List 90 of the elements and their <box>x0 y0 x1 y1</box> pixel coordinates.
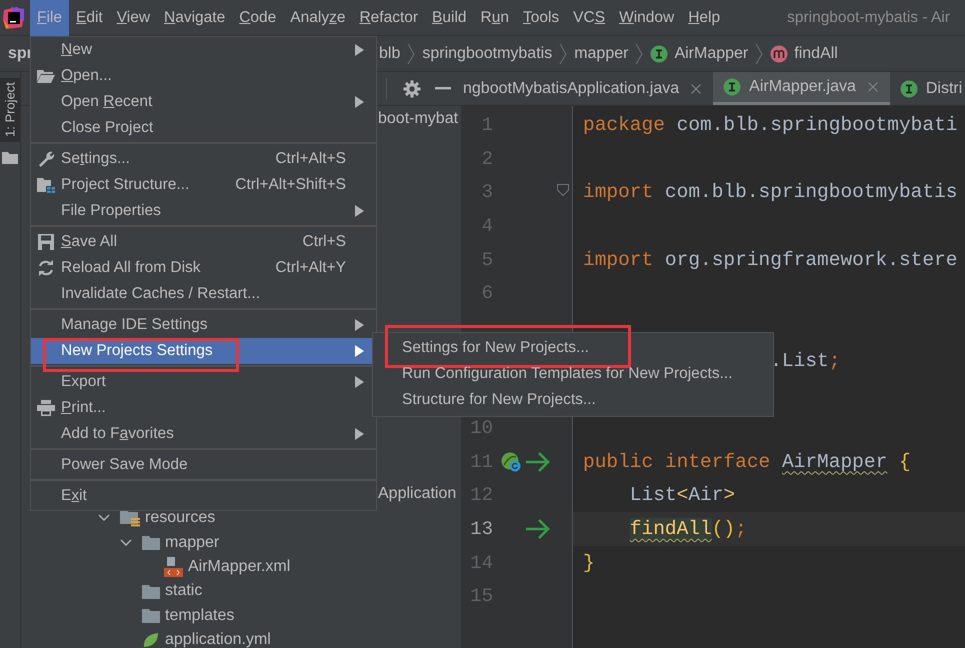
menu-item[interactable]: Settings for New Projects... <box>373 335 773 361</box>
tree-item[interactable]: templates <box>165 606 234 625</box>
tree-item[interactable]: application.yml <box>165 631 271 648</box>
breadcrumb-item[interactable]: springbootmybatis <box>415 44 560 62</box>
menu-bar-item[interactable]: Edit <box>68 0 110 36</box>
folder-icon <box>142 608 160 624</box>
app-logo-icon <box>3 6 25 28</box>
close-icon[interactable] <box>691 84 702 94</box>
code-line: } <box>583 552 595 574</box>
breadcrumb-item[interactable]: findAll <box>763 44 845 62</box>
fold-icon[interactable] <box>557 184 569 196</box>
menu-bar-item[interactable]: Window <box>612 0 682 36</box>
editor-tab[interactable]: AirMapper.java <box>713 72 890 105</box>
tree-item[interactable]: AirMapper.xml <box>188 558 290 576</box>
menu-item[interactable]: Project Structure... Ctrl+Alt+Shift+S <box>31 172 376 198</box>
breadcrumb-item[interactable]: blb <box>379 44 408 62</box>
settings-icon[interactable] <box>403 80 421 98</box>
breadcrumb-item[interactable]: mapper <box>567 44 636 62</box>
menu-bar-item[interactable]: View <box>110 0 158 36</box>
code-line: import com.blb.springbootmybatis <box>583 181 958 204</box>
code-line: import org.springframework.stere <box>583 248 958 271</box>
tree-item[interactable]: static <box>165 582 202 600</box>
code-line: List<Air> <box>630 484 736 506</box>
folder-icon <box>37 69 55 83</box>
breadcrumb-item[interactable]: AirMapper <box>643 44 756 62</box>
folder-icon[interactable] <box>2 151 18 164</box>
resources-folder-icon <box>120 509 140 528</box>
editor-tab[interactable]: Distri <box>890 72 965 105</box>
shortcut-label: Ctrl+S <box>302 233 346 251</box>
menu-item[interactable]: Exit <box>31 483 376 509</box>
code-line: package com.blb.springbootmybati <box>583 114 958 136</box>
printer-icon <box>37 400 55 416</box>
menu-bar-item[interactable]: Run <box>474 0 516 36</box>
code-line: public interface AirMapper { <box>583 450 911 473</box>
arrow-right-icon[interactable] <box>525 518 551 540</box>
chevron-icon <box>559 42 568 64</box>
leaf-file-icon <box>142 631 160 648</box>
interface-icon <box>723 78 742 96</box>
menu-item[interactable]: Close Project <box>31 115 376 141</box>
interface-icon <box>900 80 918 98</box>
menu-item[interactable]: Export <box>31 369 376 395</box>
menu-bar-item[interactable]: Analyze <box>283 0 352 36</box>
menu-item[interactable]: Reload All from Disk Ctrl+Alt+Y <box>31 255 376 281</box>
menu-item[interactable]: File Properties <box>31 198 376 224</box>
menu-item[interactable]: New <box>31 37 376 63</box>
menu-item[interactable]: Open... <box>31 63 376 89</box>
editor-tab[interactable]: ngbootMybatisApplication.java <box>461 72 714 105</box>
window-title: springboot-mybatis - Air <box>787 8 950 26</box>
interface-icon <box>650 44 668 62</box>
reload-icon <box>38 260 54 276</box>
menu-item[interactable]: Add to Favorites <box>31 421 376 447</box>
menu-item[interactable]: Power Save Mode <box>31 452 376 478</box>
menu-item[interactable]: Run Configuration Templates for New Projects... <box>373 361 773 387</box>
chevron-icon <box>635 42 644 64</box>
menu-item[interactable]: Manage IDE Settings <box>31 312 376 338</box>
minimize-icon[interactable] <box>435 86 451 90</box>
tree-item[interactable]: mapper <box>165 534 220 552</box>
menu-item[interactable]: Save All Ctrl+S <box>31 229 376 255</box>
arrow-right-icon[interactable] <box>525 450 551 473</box>
expand-chevron-icon[interactable] <box>98 514 110 522</box>
close-icon[interactable] <box>868 82 878 92</box>
chevron-icon <box>755 42 764 64</box>
tree-item[interactable]: resources <box>145 509 216 528</box>
bean-icon[interactable] <box>501 452 521 472</box>
menu-bar-item[interactable]: Tools <box>516 0 566 36</box>
menu-bar-item[interactable]: Build <box>425 0 474 36</box>
menu-bar-item[interactable]: Refactor <box>352 0 426 36</box>
shortcut-label: Ctrl+Alt+Shift+S <box>235 176 346 194</box>
menu-item[interactable]: Structure for New Projects... <box>373 387 773 413</box>
tool-window-tab[interactable]: 1: Project <box>0 78 20 142</box>
menu-item[interactable]: Invalidate Caches / Restart... <box>31 281 376 307</box>
xml-file-icon <box>164 556 183 577</box>
menu-item[interactable]: Open Recent <box>31 89 376 115</box>
line-number: 13 <box>470 518 493 540</box>
code-line: .List; <box>770 350 840 372</box>
menu-bar-item[interactable]: VCS <box>566 0 612 36</box>
menu-bar-item[interactable]: Code <box>232 0 284 36</box>
folder-icon <box>142 584 160 599</box>
method-icon <box>770 44 788 62</box>
menu-item[interactable]: Settings... Ctrl+Alt+S <box>31 146 376 172</box>
wrench-icon <box>38 150 54 168</box>
menu-bar-item[interactable]: Help <box>681 0 728 36</box>
menu-item[interactable]: Print... <box>31 395 376 421</box>
chevron-icon <box>407 42 416 64</box>
folder-icon <box>142 535 160 550</box>
shortcut-label: Ctrl+Alt+Y <box>275 259 346 277</box>
expand-chevron-icon[interactable] <box>120 538 132 547</box>
menu-bar-item[interactable]: Navigate <box>157 0 232 36</box>
shortcut-label: Ctrl+Alt+S <box>275 150 346 168</box>
structure-icon <box>37 177 55 193</box>
